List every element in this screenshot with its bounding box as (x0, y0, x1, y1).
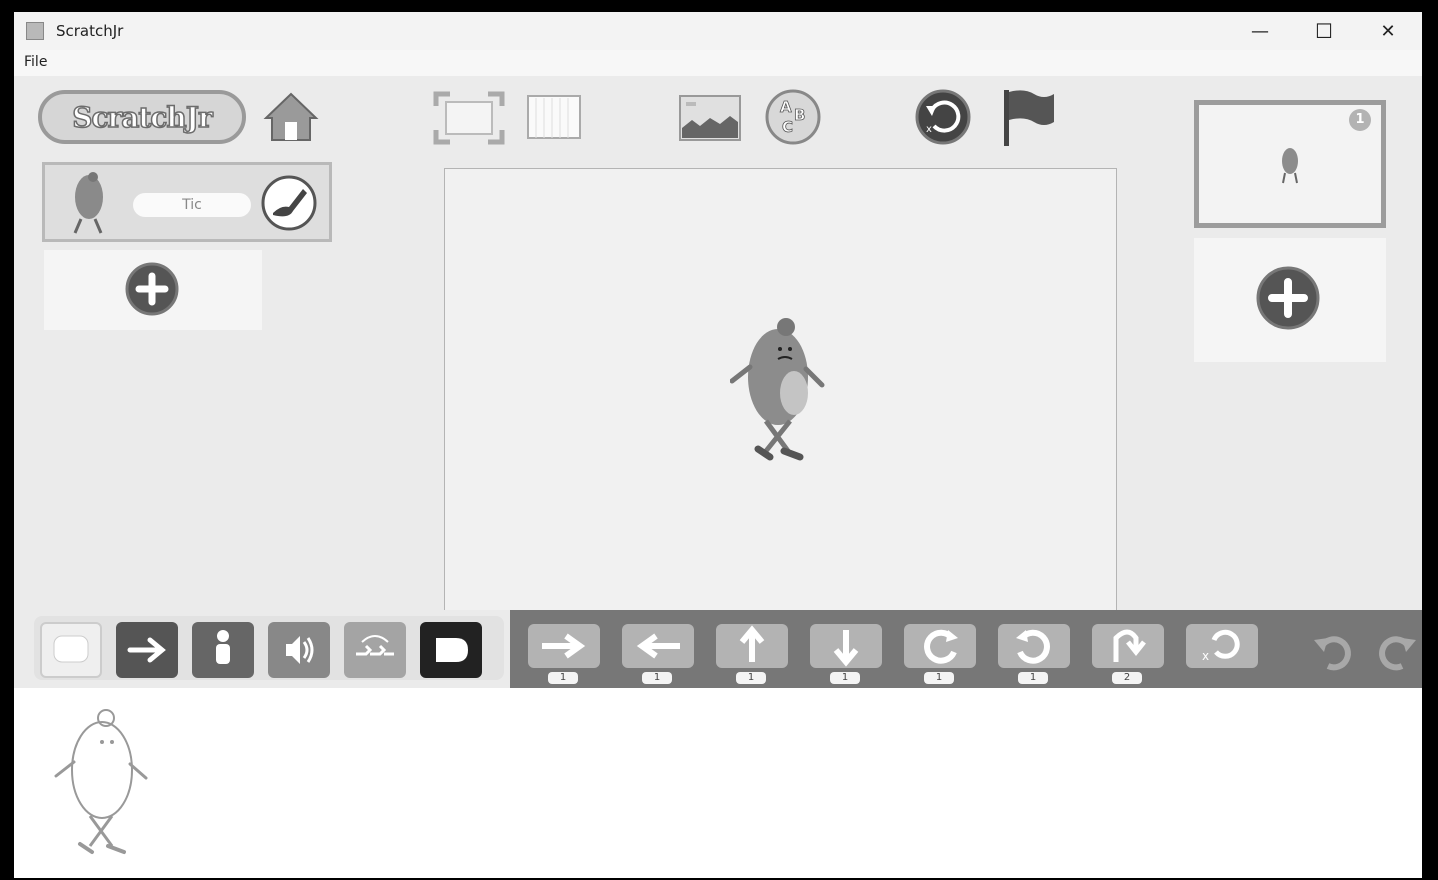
svg-text:B: B (794, 106, 805, 124)
control-icon (356, 635, 394, 656)
block-param[interactable]: 1 (736, 672, 766, 684)
home-button[interactable] (262, 90, 320, 144)
move-down-icon (810, 624, 882, 668)
svg-text:x: x (1202, 649, 1209, 663)
turn-left-icon (998, 624, 1070, 668)
scratchjr-logo: ScratchJr (38, 90, 246, 144)
sprite-name-label[interactable]: Tic (133, 193, 251, 217)
block-hop[interactable]: 2 (1088, 618, 1168, 684)
minimize-button[interactable]: — (1236, 16, 1284, 46)
page-thumbnail-sprite (1282, 148, 1298, 184)
block-turn-right[interactable]: 1 (900, 618, 980, 684)
looks-person-icon (216, 630, 230, 664)
end-icon (436, 638, 468, 662)
sound-speaker-icon (286, 636, 314, 664)
fullscreen-button[interactable] (432, 90, 506, 146)
block-move-left[interactable]: 1 (618, 618, 698, 684)
redo-icon[interactable] (1374, 626, 1420, 672)
add-page-button[interactable] (1252, 266, 1324, 330)
scratchjr-editor: ScratchJr Tic A B C x 1 1 1 1 1 1 1 2 x (14, 76, 1422, 878)
move-left-icon (622, 624, 694, 668)
window-title: ScratchJr (56, 22, 124, 40)
block-go-home[interactable]: x (1182, 618, 1262, 682)
page-number-badge: 1 (1349, 109, 1371, 131)
menu-bar: File (14, 50, 1422, 76)
green-flag-button[interactable] (1000, 88, 1058, 148)
app-window: ScratchJr — ☐ ✕ File ScratchJr Tic A B C… (14, 12, 1422, 878)
category-triggering[interactable] (40, 622, 102, 678)
move-up-icon (716, 624, 788, 668)
hop-icon (1092, 624, 1164, 668)
motion-blocks-palette: 1 1 1 1 1 1 2 x (510, 610, 1422, 688)
svg-text:A: A (780, 98, 792, 116)
svg-text:x: x (926, 124, 932, 135)
category-end[interactable] (420, 622, 482, 678)
stage-sprite-tic[interactable] (730, 317, 830, 465)
app-icon (26, 22, 44, 40)
maximize-button[interactable]: ☐ (1300, 16, 1348, 46)
block-move-down[interactable]: 1 (806, 618, 886, 684)
block-param[interactable]: 1 (642, 672, 672, 684)
move-right-icon (528, 624, 600, 668)
block-param[interactable]: 1 (1018, 672, 1048, 684)
paint-editor-button[interactable] (259, 175, 319, 231)
turn-right-icon (904, 624, 976, 668)
category-control[interactable] (344, 622, 406, 678)
grid-toggle-button[interactable] (526, 94, 582, 140)
block-param[interactable]: 2 (1112, 672, 1142, 684)
block-param[interactable]: 1 (548, 672, 578, 684)
block-palette-bar: 1 1 1 1 1 1 2 x (14, 610, 1422, 688)
menu-file[interactable]: File (24, 54, 47, 70)
block-move-right[interactable]: 1 (524, 618, 604, 684)
block-param[interactable]: 1 (924, 672, 954, 684)
add-page-card (1194, 238, 1386, 362)
trigger-icon (53, 635, 89, 663)
block-param[interactable]: 1 (830, 672, 860, 684)
title-bar: ScratchJr — ☐ ✕ (14, 12, 1422, 50)
sprite-card-selected[interactable]: Tic (42, 162, 332, 242)
category-looks[interactable] (192, 622, 254, 678)
motion-arrow-icon (127, 637, 166, 663)
block-turn-left[interactable]: 1 (994, 618, 1074, 684)
reset-characters-button[interactable]: x (912, 88, 974, 146)
sprite-thumbnail (73, 172, 103, 234)
stage[interactable] (444, 168, 1117, 614)
close-button[interactable]: ✕ (1364, 16, 1412, 46)
add-sprite-card (44, 250, 262, 330)
add-sprite-button[interactable] (120, 262, 184, 316)
change-background-button[interactable] (678, 94, 742, 142)
category-motion[interactable] (116, 622, 178, 678)
category-sound[interactable] (268, 622, 330, 678)
flag-icon (1009, 90, 1054, 125)
category-tray (34, 616, 504, 680)
block-move-up[interactable]: 1 (712, 618, 792, 684)
script-area[interactable] (14, 688, 1422, 878)
svg-text:C: C (782, 118, 793, 136)
go-home-icon: x (1186, 624, 1258, 668)
undo-icon[interactable] (1310, 626, 1356, 672)
page-thumbnail-current[interactable]: 1 (1194, 100, 1386, 228)
script-sprite-watermark (54, 709, 148, 854)
add-text-button[interactable]: A BC (762, 88, 824, 146)
